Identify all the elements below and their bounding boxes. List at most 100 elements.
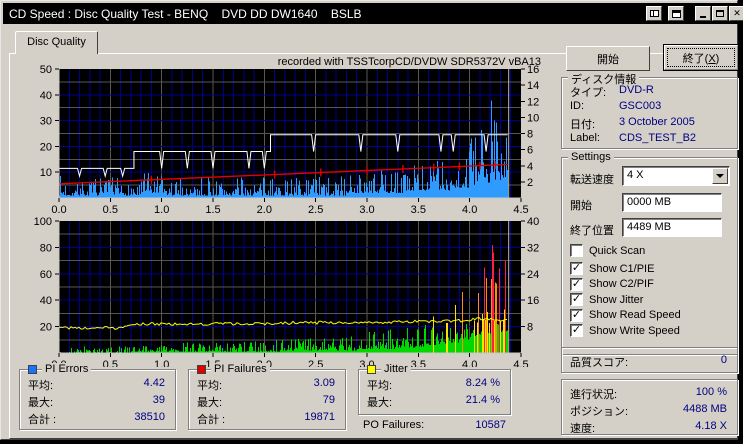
checkbox-quick-scan-box[interactable]: [570, 244, 583, 257]
start-pos-field[interactable]: 0000 MB: [622, 193, 722, 212]
svg-text:80: 80: [40, 242, 52, 254]
end-pos-field[interactable]: 4489 MB: [622, 218, 722, 237]
svg-text:16: 16: [527, 295, 539, 307]
pi-failures-stats: PI Failures 平均: 3.09 最大: 79 合計 : 19871: [188, 363, 346, 430]
close-button[interactable]: ✕: [729, 6, 743, 21]
checkbox-show-jitter-box[interactable]: ✓: [570, 293, 583, 306]
pi-errors-stats: PI Errors 平均: 4.42 最大: 39 合計 : 38510: [19, 363, 176, 430]
svg-text:32: 32: [527, 242, 539, 254]
pi-failures-0-value: 3.09: [313, 377, 335, 389]
checkbox-show-read-speed-box[interactable]: ✓: [570, 308, 583, 322]
pi-failures-legend-icon: [197, 365, 206, 374]
disc-info-id-label: ID:: [570, 100, 585, 112]
book-icon[interactable]: [646, 6, 662, 21]
pi-errors-1-value: 39: [152, 394, 165, 406]
svg-text:2.5: 2.5: [308, 204, 323, 213]
progress--label: 進行状況:: [570, 389, 618, 401]
svg-text:16: 16: [527, 64, 539, 76]
start-pos-label: 開始: [570, 200, 592, 212]
start-button[interactable]: 開始: [566, 46, 650, 71]
svg-text:4.0: 4.0: [462, 204, 477, 213]
svg-text:50: 50: [40, 64, 52, 76]
svg-text:0.5: 0.5: [103, 359, 118, 367]
svg-text:40: 40: [40, 90, 52, 102]
pi-errors-0-value: 4.42: [143, 377, 165, 389]
svg-text:4.5: 4.5: [513, 359, 528, 367]
pi-failures-jitter-chart: 204060801008162432400.00.51.01.52.02.53.…: [34, 216, 540, 367]
checkbox-show-write-speed-box[interactable]: ✓: [570, 324, 583, 337]
checkbox-show-jitter-label: Show Jitter: [589, 293, 644, 306]
quality-score-panel: 品質スコア: 0: [561, 347, 738, 373]
progress--value: 4.18 X: [695, 420, 727, 432]
svg-text:0.0: 0.0: [51, 204, 66, 213]
jitter-1-value: 21.4 %: [465, 394, 500, 406]
checkbox-quick-scan-label: Quick Scan: [589, 244, 646, 257]
maximize-button[interactable]: [712, 6, 728, 21]
chevron-down-icon[interactable]: [712, 168, 728, 184]
svg-text:0.5: 0.5: [103, 204, 118, 213]
checkbox-show-c1-pie[interactable]: ✓ Show C1/PIE: [570, 262, 654, 275]
speed-label: 転送速度: [570, 174, 614, 186]
quality-score-label: 品質スコア:: [570, 357, 629, 369]
progress-panel: 進行状況: 100 % ポジション: 4488 MB 速度: 4.18 X: [561, 379, 738, 435]
disc-info-id-value: GSC003: [619, 100, 662, 112]
exit-button[interactable]: 終了(X): [663, 44, 739, 71]
svg-text:10: 10: [40, 167, 52, 179]
checkbox-show-c1-pie-label: Show C1/PIE: [589, 262, 655, 275]
progress--value: 4488 MB: [682, 403, 727, 415]
disc-info--label: 日付:: [570, 119, 596, 131]
jitter-0-label: 平均:: [367, 380, 393, 392]
svg-text:2.0: 2.0: [257, 204, 272, 213]
svg-text:1.0: 1.0: [154, 204, 169, 213]
speed-combobox[interactable]: 4 X: [622, 166, 730, 186]
pi-errors-legend-icon: [28, 365, 37, 374]
pi-errors-1-label: 最大:: [28, 397, 54, 409]
disc-info-group: ディスク情報 タイプ: DVD-R ID: GSC003 日付: 3 October 20…: [561, 71, 738, 149]
po-failures-value: 10587: [475, 419, 506, 431]
po-failures-label: PO Failures:: [363, 419, 425, 431]
jitter-legend-icon: [367, 365, 376, 374]
checkbox-show-read-speed-label: Show Read Speed: [589, 309, 681, 321]
svg-text:2.5: 2.5: [308, 359, 323, 367]
svg-text:60: 60: [40, 269, 52, 281]
svg-text:8: 8: [527, 129, 533, 141]
checkbox-show-c2-pif-label: Show C2/PIF: [589, 278, 654, 290]
checkbox-show-c1-pie-box[interactable]: ✓: [570, 262, 583, 275]
svg-text:24: 24: [527, 269, 539, 281]
svg-text:12: 12: [527, 96, 539, 108]
settings-group: Settings 転送速度 4 X 開始 0000 MB 終了位置 4489 M…: [561, 151, 738, 355]
checkbox-show-read-speed[interactable]: ✓ Show Read Speed: [570, 308, 681, 322]
save-icon[interactable]: [668, 6, 684, 21]
checkbox-show-write-speed[interactable]: ✓ Show Write Speed: [570, 324, 680, 337]
svg-text:40: 40: [527, 216, 539, 228]
svg-text:30: 30: [40, 116, 52, 128]
checkbox-show-jitter[interactable]: ✓ Show Jitter: [570, 293, 643, 306]
svg-text:3.0: 3.0: [359, 204, 374, 213]
svg-text:1.5: 1.5: [205, 204, 220, 213]
tab-disc-quality[interactable]: Disc Quality: [15, 31, 98, 54]
pi-failures-2-label: 合計 :: [197, 414, 226, 426]
screen: CD Speed : Disc Quality Test - BENQ DVD …: [0, 0, 743, 444]
jitter-stats-title: Jitter: [381, 363, 411, 375]
svg-text:14: 14: [527, 80, 539, 92]
svg-text:4: 4: [527, 161, 533, 173]
minimize-button[interactable]: [695, 6, 711, 21]
disc-info-label-value: CDS_TEST_B2: [619, 132, 697, 144]
svg-text:20: 20: [40, 322, 52, 334]
pi-failures-1-label: 最大:: [197, 397, 223, 409]
svg-text:40: 40: [40, 295, 52, 307]
svg-text:6: 6: [527, 145, 533, 157]
checkbox-show-write-speed-label: Show Write Speed: [589, 324, 680, 337]
svg-text:8: 8: [527, 322, 533, 334]
settings-title: Settings: [568, 151, 614, 163]
pi-failures-stats-title: PI Failures: [211, 363, 270, 375]
checkbox-show-c2-pif[interactable]: ✓ Show C2/PIF: [570, 277, 654, 291]
progress--label: ポジション:: [570, 406, 629, 418]
title-bar: CD Speed : Disc Quality Test - BENQ DVD …: [3, 3, 743, 24]
pi-failures-2-value: 19871: [304, 411, 335, 423]
window-title: CD Speed : Disc Quality Test - BENQ DVD …: [9, 7, 362, 21]
checkbox-show-c2-pif-box[interactable]: ✓: [570, 277, 583, 291]
svg-text:4.5: 4.5: [513, 204, 528, 213]
quality-score-value: 0: [720, 354, 727, 366]
checkbox-quick-scan[interactable]: Quick Scan: [570, 244, 645, 257]
